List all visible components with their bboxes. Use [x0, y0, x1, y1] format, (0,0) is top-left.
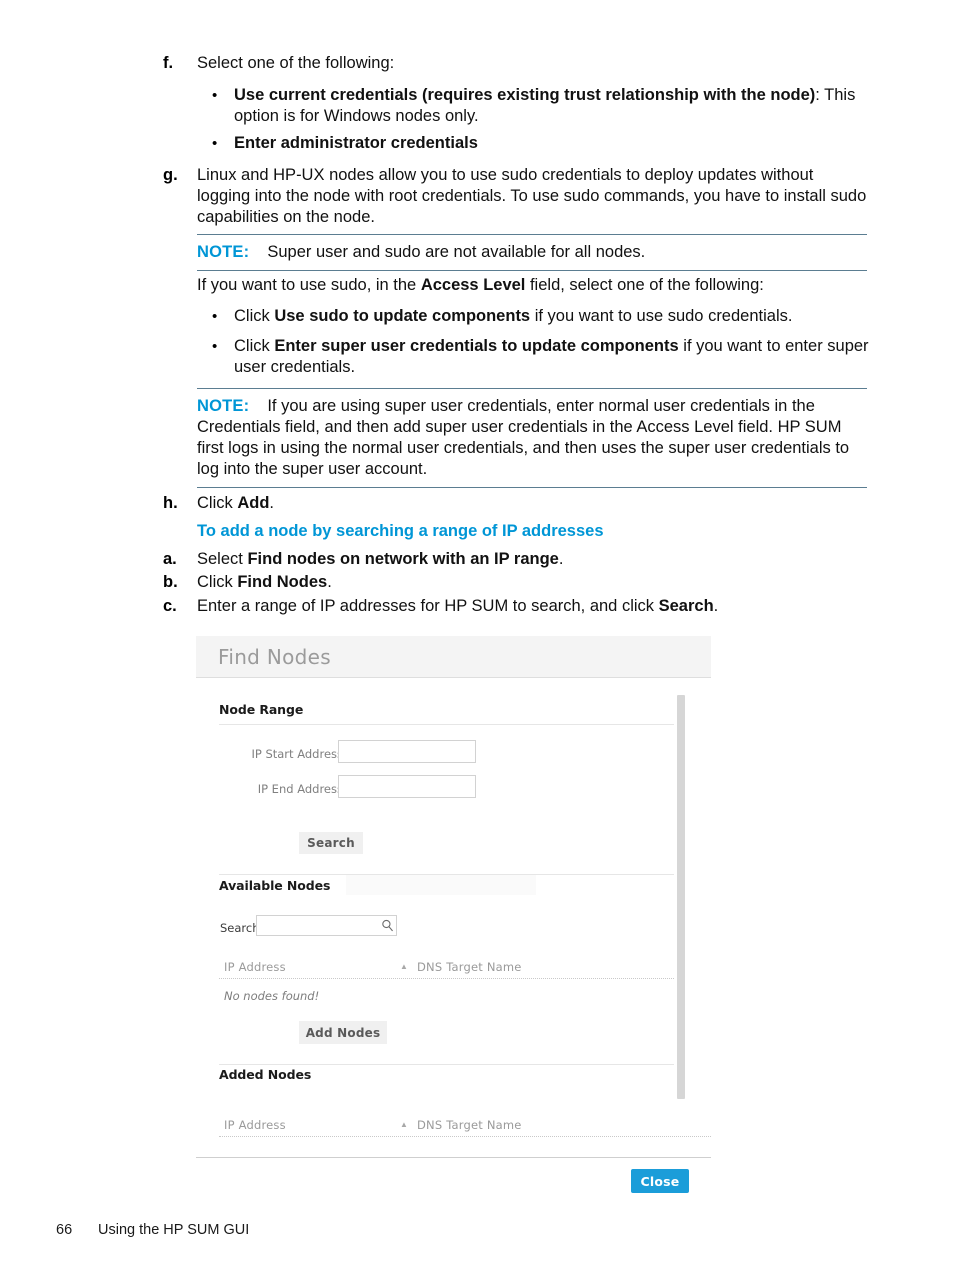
ip-end-address-input[interactable]: [338, 775, 476, 798]
section-heading-add-node-ip-range: To add a node by searching a range of IP…: [197, 522, 604, 540]
access-level-prefix: If you want to use sudo, in the: [197, 276, 421, 294]
bullet-text: Use current credentials (requires existi…: [234, 85, 874, 127]
node-range-heading: Node Range: [219, 702, 304, 717]
ip-step-b: b. Click Find Nodes.: [163, 572, 863, 593]
note-1-label: NOTE:: [197, 243, 250, 261]
added-nodes-sort-ascending-icon[interactable]: ▲: [400, 1121, 408, 1129]
added-nodes-top-divider: [219, 1064, 674, 1065]
step-g: g. Linux and HP-UX nodes allow you to us…: [163, 165, 869, 228]
ip-step-c: c. Enter a range of IP addresses for HP …: [163, 596, 873, 617]
available-nodes-col-dns-target-name[interactable]: DNS Target Name: [417, 960, 522, 974]
step-h-prefix: Click: [197, 494, 238, 512]
search-icon[interactable]: [381, 919, 394, 934]
added-nodes-col-dns-target-name[interactable]: DNS Target Name: [417, 1118, 522, 1132]
bullet-bold-text: Use sudo to update components: [274, 307, 531, 325]
ip-step-b-letter: b.: [163, 573, 178, 591]
note-1-text: Super user and sudo are not available fo…: [267, 243, 646, 261]
bullet-marker: •: [212, 308, 218, 325]
ip-step-b-bold: Find Nodes: [237, 573, 328, 591]
ip-end-address-label: IP End Address: [257, 782, 343, 796]
add-nodes-button[interactable]: Add Nodes: [299, 1021, 387, 1044]
ip-step-a: a. Select Find nodes on network with an …: [163, 549, 863, 570]
ip-step-b-suffix: .: [327, 573, 332, 591]
bullet-use-sudo: • Click Use sudo to update components if…: [212, 306, 872, 327]
available-nodes-empty-message: No nodes found!: [224, 989, 320, 1003]
search-icon-glyph: [382, 919, 393, 932]
step-g-text: Linux and HP-UX nodes allow you to use s…: [197, 166, 867, 226]
available-nodes-col-ip-address[interactable]: IP Address: [224, 960, 286, 974]
note-2-text: If you are using super user credentials,…: [197, 397, 850, 478]
bullet-suffix: if you want to use sudo credentials.: [530, 307, 793, 325]
step-f-text: Select one of the following:: [197, 54, 395, 72]
bullet-text: Enter administrator credentials: [234, 133, 478, 154]
note-callout-2: NOTE: If you are using super user credent…: [197, 388, 867, 488]
note-1-content: NOTE: Super user and sudo are not availab…: [197, 242, 867, 263]
step-h-suffix: .: [269, 494, 275, 512]
bullet-prefix: Click: [234, 337, 275, 355]
note-2-content: NOTE: If you are using super user credent…: [197, 396, 867, 480]
access-level-suffix: field, select one of the following:: [525, 276, 764, 294]
bullet-prefix: Click: [234, 307, 275, 325]
footer-title: Using the HP SUM GUI: [98, 1222, 250, 1238]
ip-step-c-suffix: .: [713, 597, 719, 615]
dialog-scrollbar-thumb[interactable]: [677, 695, 685, 1099]
ip-step-b-text: Click Find Nodes.: [197, 572, 332, 593]
step-f-letter: f.: [163, 54, 174, 72]
bullet-text: Click Use sudo to update components if y…: [234, 306, 792, 327]
ip-step-a-text: Select Find nodes on network with an IP …: [197, 549, 563, 570]
bullet-enter-administrator-credentials: • Enter administrator credentials: [212, 133, 874, 154]
step-h: h. Click Add.: [163, 493, 863, 514]
added-nodes-col-ip-address[interactable]: IP Address: [224, 1118, 286, 1132]
bullet-text: Click Enter super user credentials to up…: [234, 336, 872, 378]
added-nodes-header-rule: [219, 1136, 711, 1137]
step-f: f. Select one of the following:: [163, 53, 873, 74]
bullet-enter-super-user: • Click Enter super user credentials to …: [212, 336, 872, 378]
bullet-marker: •: [212, 338, 218, 355]
ip-step-c-prefix: Enter a range of IP addresses for HP SUM…: [197, 597, 659, 615]
step-g-letter: g.: [163, 166, 178, 184]
ip-start-address-label: IP Start Address: [251, 747, 343, 761]
note-2-label: NOTE:: [197, 397, 250, 415]
available-nodes-sort-ascending-icon[interactable]: ▲: [400, 963, 408, 971]
ip-step-a-prefix: Select: [197, 550, 248, 568]
access-level-paragraph: If you want to use sudo, in the Access L…: [197, 275, 869, 296]
node-range-divider: [219, 724, 674, 725]
access-level-bold: Access Level: [420, 276, 526, 294]
available-nodes-heading: Available Nodes: [219, 878, 331, 893]
bullet-marker: •: [212, 135, 218, 152]
document-page: f. Select one of the following: • Use cu…: [0, 0, 954, 1271]
footer-page-number: 66: [56, 1222, 73, 1238]
step-h-letter: h.: [163, 494, 178, 512]
ip-step-c-bold: Search: [658, 597, 714, 615]
available-nodes-highlight-band: [346, 875, 536, 895]
added-nodes-heading: Added Nodes: [219, 1067, 312, 1082]
bullet-use-current-credentials: • Use current credentials (requires exis…: [212, 85, 874, 127]
available-nodes-header-rule: [219, 978, 674, 979]
bullet-bold-text: Use current credentials (requires existi…: [234, 86, 816, 104]
note-callout-1: NOTE: Super user and sudo are not availab…: [197, 234, 867, 271]
search-button[interactable]: Search: [299, 832, 363, 854]
bullet-bold-text: Enter administrator credentials: [234, 134, 478, 152]
ip-step-a-letter: a.: [163, 550, 177, 568]
available-nodes-search-input[interactable]: [256, 915, 397, 936]
step-h-text: Click Add.: [197, 493, 274, 514]
find-nodes-dialog-screenshot: Find Nodes Node Range IP Start Address I…: [196, 636, 711, 1201]
close-button[interactable]: Close: [631, 1169, 689, 1193]
page-footer: 66 Using the HP SUM GUI: [56, 1222, 249, 1238]
dialog-footer-divider: [196, 1157, 711, 1158]
ip-step-a-bold: Find nodes on network with an IP range: [247, 550, 559, 568]
ip-step-c-text: Enter a range of IP addresses for HP SUM…: [197, 596, 718, 617]
step-h-bold: Add: [237, 494, 270, 512]
bullet-bold-text: Enter super user credentials to update c…: [274, 337, 679, 355]
ip-start-address-input[interactable]: [338, 740, 476, 763]
bullet-marker: •: [212, 87, 218, 104]
ip-step-a-suffix: .: [558, 550, 564, 568]
ip-step-b-prefix: Click: [197, 573, 238, 591]
ip-step-c-letter: c.: [163, 597, 177, 615]
dialog-title: Find Nodes: [218, 645, 331, 669]
